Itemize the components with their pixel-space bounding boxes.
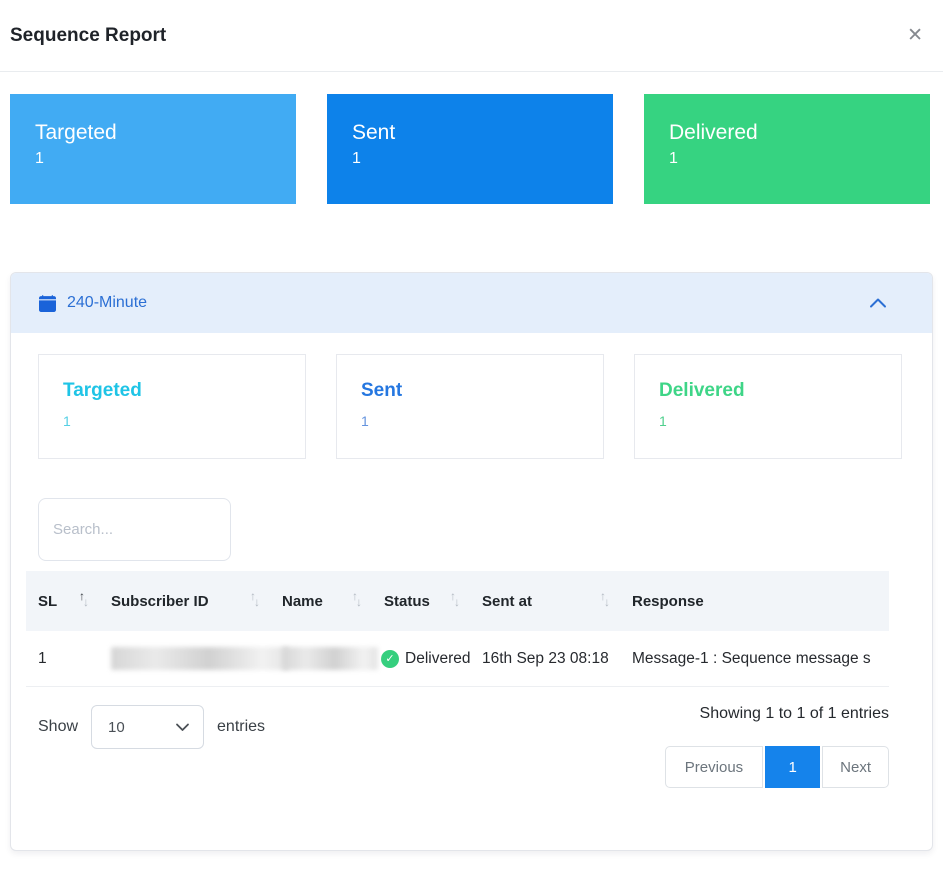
pagination-previous-button[interactable]: Previous bbox=[665, 746, 763, 788]
stat-label: Targeted bbox=[63, 380, 305, 402]
subscriber-id-redacted bbox=[111, 647, 289, 670]
results-summary: Showing 1 to 1 of 1 entries bbox=[700, 705, 889, 723]
card-value: 1 bbox=[669, 150, 930, 168]
table-footer: Show 10 entries Showing 1 to 1 of 1 entr… bbox=[38, 705, 889, 788]
column-label: Name bbox=[282, 593, 323, 610]
sort-icon: ↑↓ bbox=[444, 594, 462, 608]
report-table-wrap: SL ↑↓ Subscriber ID ↑↓ Name ↑↓ bbox=[26, 571, 889, 687]
page-title: Sequence Report bbox=[10, 25, 166, 47]
cell-name bbox=[270, 631, 372, 687]
close-icon[interactable]: ✕ bbox=[903, 22, 927, 49]
panel-collapse-header[interactable]: 240-Minute bbox=[11, 273, 932, 333]
column-header-sent-at[interactable]: Sent at ↑↓ bbox=[470, 571, 620, 631]
cell-subscriber-id bbox=[99, 631, 270, 687]
status-text: Delivered bbox=[405, 650, 470, 668]
column-header-subscriber-id[interactable]: Subscriber ID ↑↓ bbox=[99, 571, 270, 631]
summary-cards: Targeted 1 Sent 1 Delivered 1 bbox=[10, 94, 930, 204]
report-table: SL ↑↓ Subscriber ID ↑↓ Name ↑↓ bbox=[26, 571, 889, 687]
pagination: Previous 1 Next bbox=[665, 746, 889, 788]
table-row: 1 ✓ Delivered bbox=[26, 631, 889, 687]
stat-label: Sent bbox=[361, 380, 603, 402]
chevron-down-icon bbox=[175, 722, 190, 733]
column-header-status[interactable]: Status ↑↓ bbox=[372, 571, 470, 631]
panel-stat-cards: Targeted 1 Sent 1 Delivered 1 bbox=[38, 354, 902, 459]
calendar-icon bbox=[39, 295, 56, 312]
pagination-page-1-button[interactable]: 1 bbox=[765, 746, 820, 788]
card-value: 1 bbox=[352, 150, 613, 168]
chevron-up-icon bbox=[868, 296, 888, 310]
column-label: Response bbox=[632, 593, 704, 610]
cell-sent-at: 16th Sep 23 08:18 bbox=[470, 631, 620, 687]
page-size-select[interactable]: 10 bbox=[91, 705, 204, 749]
column-header-sl[interactable]: SL ↑↓ bbox=[26, 571, 99, 631]
page-size-value: 10 bbox=[108, 719, 125, 736]
pagination-next-button[interactable]: Next bbox=[822, 746, 889, 788]
stat-value: 1 bbox=[361, 413, 603, 429]
modal-header: Sequence Report ✕ bbox=[0, 0, 943, 72]
summary-card-sent: Sent 1 bbox=[327, 94, 613, 204]
stat-value: 1 bbox=[659, 413, 901, 429]
sequence-step-panel: 240-Minute Targeted 1 Sent 1 Delivered bbox=[10, 272, 933, 851]
sort-icon: ↑↓ bbox=[244, 594, 262, 608]
column-label: Sent at bbox=[482, 593, 532, 610]
table-header-row: SL ↑↓ Subscriber ID ↑↓ Name ↑↓ bbox=[26, 571, 889, 631]
card-label: Sent bbox=[352, 121, 613, 145]
status-badge: ✓ Delivered bbox=[381, 650, 462, 668]
column-label: Status bbox=[384, 593, 430, 610]
cell-response: Message-1 : Sequence message s bbox=[620, 631, 889, 687]
column-header-name[interactable]: Name ↑↓ bbox=[270, 571, 372, 631]
card-label: Delivered bbox=[669, 121, 930, 145]
page-size-group: Show 10 entries bbox=[38, 705, 265, 749]
stat-card-targeted: Targeted 1 bbox=[38, 354, 306, 459]
entries-label: entries bbox=[217, 718, 265, 736]
column-header-response[interactable]: Response bbox=[620, 571, 889, 631]
sort-icon: ↑↓ bbox=[346, 594, 364, 608]
panel-body: Targeted 1 Sent 1 Delivered 1 bbox=[11, 333, 932, 850]
summary-card-delivered: Delivered 1 bbox=[644, 94, 930, 204]
cell-sl: 1 bbox=[26, 631, 99, 687]
cell-status: ✓ Delivered bbox=[372, 631, 470, 687]
stat-label: Delivered bbox=[659, 380, 901, 402]
check-icon: ✓ bbox=[381, 650, 399, 668]
search-input[interactable] bbox=[38, 498, 231, 561]
stat-card-delivered: Delivered 1 bbox=[634, 354, 902, 459]
stat-value: 1 bbox=[63, 413, 305, 429]
sort-icon: ↑↓ bbox=[594, 594, 612, 608]
pagination-area: Showing 1 to 1 of 1 entries Previous 1 N… bbox=[665, 705, 889, 788]
card-label: Targeted bbox=[35, 121, 296, 145]
column-label: SL bbox=[38, 593, 57, 610]
stat-card-sent: Sent 1 bbox=[336, 354, 604, 459]
sequence-report-modal: Sequence Report ✕ Targeted 1 Sent 1 Deli… bbox=[0, 0, 943, 851]
panel-title: 240-Minute bbox=[67, 294, 147, 312]
column-label: Subscriber ID bbox=[111, 593, 209, 610]
card-value: 1 bbox=[35, 150, 296, 168]
sort-icon: ↑↓ bbox=[73, 594, 91, 608]
show-label: Show bbox=[38, 718, 78, 736]
name-redacted bbox=[282, 647, 378, 670]
summary-card-targeted: Targeted 1 bbox=[10, 94, 296, 204]
